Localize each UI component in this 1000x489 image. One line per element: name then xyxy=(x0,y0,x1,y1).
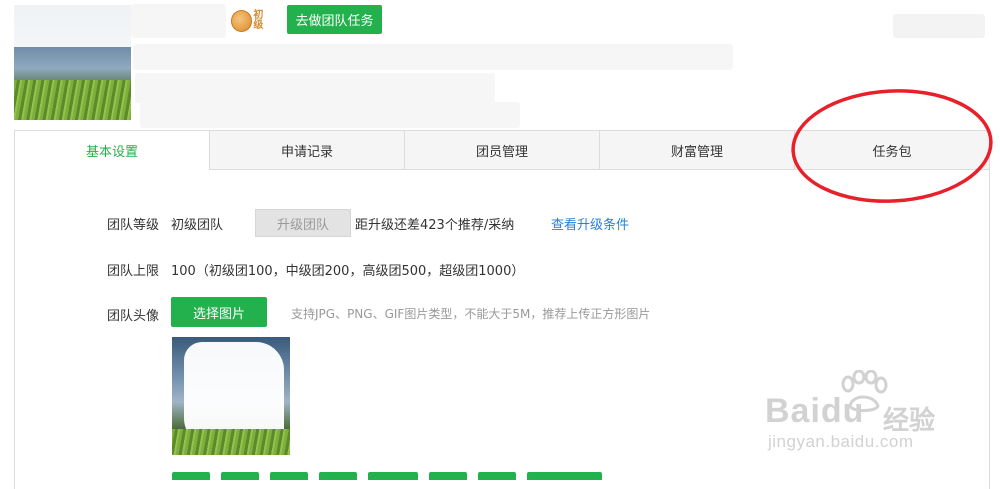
avatar-preview-image xyxy=(172,337,290,455)
settings-tabs: 基本设置 申请记录 团员管理 财富管理 任务包 xyxy=(14,130,990,170)
team-limit-value: 100（初级团100，中级团200，高级团500，超级团1000） xyxy=(171,264,525,279)
tab-task-package[interactable]: 任务包 xyxy=(794,131,989,169)
redacted-team-name xyxy=(131,4,226,38)
watermark-brand: Baidu xyxy=(765,392,865,430)
tab-member-management[interactable]: 团员管理 xyxy=(404,131,599,169)
image-upload-hint: 支持JPG、PNG、GIF图片类型，不能大于5M，推荐上传正方形图片 xyxy=(291,307,651,321)
redacted-top-right xyxy=(893,14,985,38)
bottom-button[interactable] xyxy=(270,472,308,480)
redacted-info-line-3 xyxy=(140,102,520,128)
redacted-info-line xyxy=(133,44,733,70)
bottom-button[interactable] xyxy=(172,472,210,480)
team-avatar-image xyxy=(14,5,131,120)
bottom-button[interactable] xyxy=(478,472,516,480)
tab-wealth-management[interactable]: 财富管理 xyxy=(599,131,794,169)
bottom-button[interactable] xyxy=(429,472,467,480)
team-avatar-label: 团队头像 xyxy=(107,309,160,324)
team-level-label: 团队等级 xyxy=(107,218,160,233)
team-task-button[interactable]: 去做团队任务 xyxy=(287,5,382,34)
bottom-button[interactable] xyxy=(368,472,418,480)
choose-image-button[interactable]: 选择图片 xyxy=(171,297,267,327)
tab-basic-settings[interactable]: 基本设置 xyxy=(15,131,209,170)
redacted-info-line-2 xyxy=(135,73,495,103)
level-coin-icon xyxy=(231,10,253,32)
team-limit-label: 团队上限 xyxy=(107,264,160,279)
upgrade-team-button[interactable]: 升级团队 xyxy=(255,209,351,237)
bottom-button[interactable] xyxy=(527,472,602,480)
level-badge-text: 初级 xyxy=(253,10,264,31)
bottom-button[interactable] xyxy=(221,472,259,480)
upgrade-gap-text: 距升级还差423个推荐/采纳 xyxy=(355,218,515,233)
level-badge: 初级 xyxy=(231,9,267,33)
baidu-watermark: Baidu 经验 jingyan.baidu.com xyxy=(765,370,985,460)
view-upgrade-conditions-link[interactable]: 查看升级条件 xyxy=(551,214,629,233)
watermark-url: jingyan.baidu.com xyxy=(768,432,914,451)
tab-application-records[interactable]: 申请记录 xyxy=(209,131,404,169)
bottom-button[interactable] xyxy=(319,472,357,480)
team-level-value: 初级团队 xyxy=(171,218,224,233)
